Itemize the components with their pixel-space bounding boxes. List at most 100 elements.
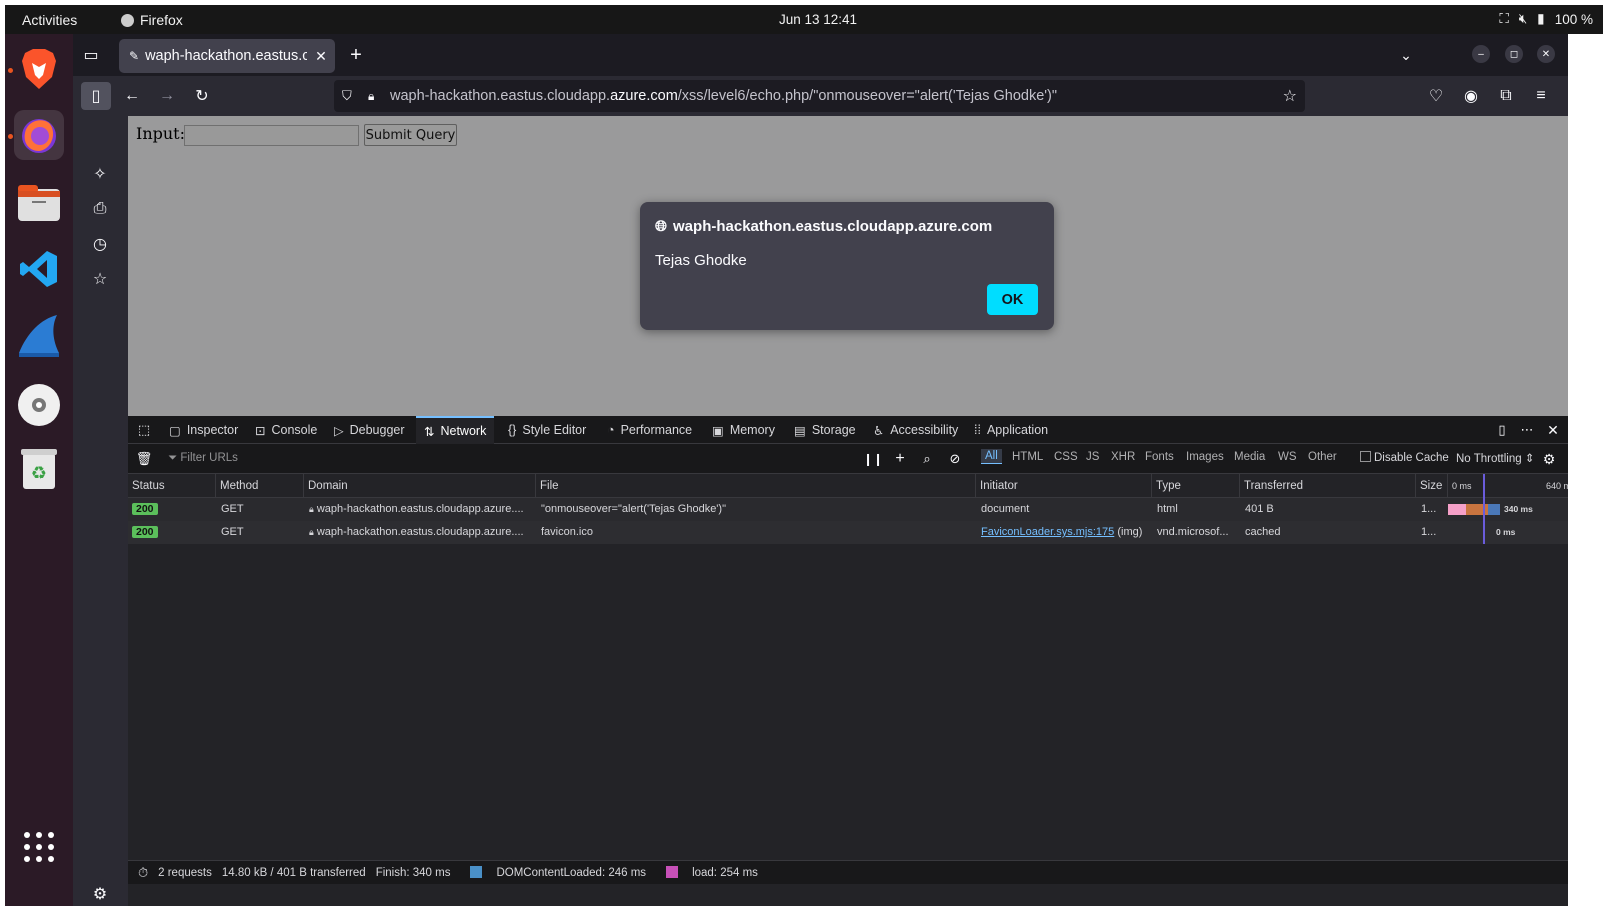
filter-js[interactable]: JS	[1086, 451, 1099, 463]
ai-chatbot-icon[interactable]: ✧	[90, 164, 110, 184]
search-icon[interactable]: ⌕	[918, 450, 936, 468]
filter-images[interactable]: Images	[1186, 451, 1224, 463]
table-row[interactable]: 200 GET 🔒︎ waph-hackathon.eastus.cloudap…	[128, 521, 1568, 544]
initiator-cell: document	[981, 503, 1030, 515]
network-settings-icon[interactable]: ⚙	[1540, 450, 1558, 468]
forward-icon[interactable]: →	[156, 85, 178, 107]
tab-overview-icon[interactable]: ▭	[81, 45, 101, 65]
pick-element-icon[interactable]: ⬚	[135, 421, 153, 439]
waterfall-cell: 0 ms	[1448, 521, 1568, 544]
close-window-icon[interactable]: ✕	[1537, 45, 1555, 63]
pause-icon[interactable]: ❙❙	[863, 450, 883, 468]
app-menu[interactable]: Firefox	[121, 12, 183, 28]
col-status[interactable]: Status	[128, 474, 216, 498]
pocket-icon[interactable]: ♡	[1426, 86, 1446, 106]
bookmarks-icon[interactable]: ☆	[90, 269, 110, 289]
extensions-icon[interactable]: ⧉	[1496, 86, 1516, 106]
col-waterfall[interactable]: 0 ms640 ms	[1448, 474, 1568, 498]
dock-side-icon[interactable]: ▯	[1493, 421, 1511, 439]
col-file[interactable]: File	[536, 474, 976, 498]
tab-style-editor[interactable]: {} Style Editor	[508, 416, 586, 444]
list-all-tabs-icon[interactable]: ⌄	[1396, 45, 1416, 65]
filter-html[interactable]: HTML	[1012, 451, 1043, 463]
filter-media[interactable]: Media	[1234, 451, 1265, 463]
submit-query-button[interactable]: Submit Query	[364, 124, 457, 146]
col-transferred[interactable]: Transferred	[1240, 474, 1416, 498]
filter-ws[interactable]: WS	[1278, 451, 1297, 463]
tab-close-icon[interactable]: ✕	[315, 48, 327, 65]
dock: ♻	[5, 34, 73, 906]
minimize-icon[interactable]: –	[1472, 45, 1490, 63]
trash-launcher[interactable]: ♻	[14, 444, 64, 494]
filter-other[interactable]: Other	[1308, 451, 1337, 463]
tab-console[interactable]: ⊡ Console	[255, 416, 317, 444]
reload-icon[interactable]: ↻	[191, 85, 213, 107]
initiator-link[interactable]: FaviconLoader.sys.mjs:175	[981, 526, 1114, 538]
customize-sidebar-icon[interactable]: ⚙	[90, 884, 110, 904]
activities-button[interactable]: Activities	[22, 12, 77, 28]
devtools-panel: ⬚ ▢ Inspector ⊡ Console ▷ Debugger ⇅ Network…	[128, 416, 1568, 906]
tab-debugger[interactable]: ▷ Debugger	[334, 416, 405, 444]
system-tray[interactable]: ⛶ 🔇︎ ▮ 100 %	[1499, 11, 1593, 27]
back-icon[interactable]: ←	[121, 85, 143, 107]
disc-launcher[interactable]	[14, 380, 64, 430]
tab-inspector[interactable]: ▢ Inspector	[169, 416, 238, 444]
clock[interactable]: Jun 13 12:41	[779, 12, 857, 27]
filter-urls-input[interactable]: ⏷ Filter URLs	[168, 452, 238, 465]
bookmark-star-icon[interactable]: ☆	[1283, 86, 1297, 106]
col-type[interactable]: Type	[1152, 474, 1240, 498]
more-options-icon[interactable]: ⋯	[1518, 421, 1536, 439]
svg-text:♻: ♻	[31, 463, 47, 483]
filter-all[interactable]: All	[981, 449, 1002, 464]
filter-fonts[interactable]: Fonts	[1145, 451, 1174, 463]
table-row[interactable]: 200 GET 🔒︎ waph-hackathon.eastus.cloudap…	[128, 498, 1568, 521]
tab-active[interactable]: ✎ waph-hackathon.eastus.c ✕	[119, 39, 335, 73]
menu-icon[interactable]: ≡	[1531, 86, 1551, 106]
dom-content-loaded-time: DOMContentLoaded: 246 ms	[460, 866, 646, 879]
throttling-select[interactable]: No Throttling ⇕	[1456, 451, 1534, 465]
tab-storage[interactable]: ▤ Storage	[794, 416, 856, 444]
add-request-icon[interactable]: +	[891, 450, 909, 468]
tab-performance[interactable]: ◔ Performance	[607, 416, 692, 444]
show-apps-button[interactable]	[14, 822, 64, 872]
account-icon[interactable]: ◉	[1461, 86, 1481, 106]
col-initiator[interactable]: Initiator	[976, 474, 1152, 498]
tab-network[interactable]: ⇅ Network	[416, 416, 495, 444]
load-swatch	[666, 866, 679, 878]
files-launcher[interactable]	[14, 178, 64, 228]
tracking-protection-icon[interactable]: ⛉	[342, 88, 356, 104]
brave-browser-launcher[interactable]	[14, 44, 64, 94]
tab-accessibility[interactable]: ♿︎ Accessibility	[873, 416, 958, 444]
file-cell: favicon.ico	[541, 526, 593, 538]
tab-application[interactable]: ⁞⁞ Application	[974, 416, 1048, 444]
col-method[interactable]: Method	[216, 474, 304, 498]
history-icon[interactable]: ◷	[90, 234, 110, 254]
lock-icon[interactable]: 🔒︎	[368, 89, 382, 104]
input-label: Input:	[136, 124, 185, 143]
tab-title: waph-hackathon.eastus.c	[145, 48, 308, 64]
transferred-cell: cached	[1245, 526, 1281, 538]
maximize-icon[interactable]: ◻	[1505, 45, 1523, 63]
ok-button[interactable]: OK	[987, 284, 1038, 315]
domain-cell: 🔒︎ waph-hackathon.eastus.cloudapp.azure.…	[309, 503, 524, 515]
new-tab-icon[interactable]: +	[345, 44, 367, 66]
block-icon[interactable]: ⊘	[946, 450, 964, 468]
filter-xhr[interactable]: XHR	[1111, 451, 1135, 463]
clear-requests-icon[interactable]: 🗑︎	[135, 450, 153, 468]
col-size[interactable]: Size	[1416, 474, 1448, 498]
close-devtools-icon[interactable]: ✕	[1544, 421, 1562, 439]
app-grid-icon	[24, 832, 54, 862]
url-text[interactable]: waph-hackathon.eastus.cloudapp.azure.com…	[390, 88, 1057, 104]
sidebar-toggle-icon[interactable]: ▯	[81, 82, 111, 110]
filter-css[interactable]: CSS	[1054, 451, 1078, 463]
vscode-launcher[interactable]	[14, 244, 64, 294]
tab-memory[interactable]: ▣ Memory	[712, 416, 775, 444]
firefox-launcher[interactable]	[14, 110, 64, 160]
url-bar[interactable]: ⛉ 🔒︎ waph-hackathon.eastus.cloudapp.azur…	[334, 80, 1305, 112]
synced-tabs-icon[interactable]: ⎙	[90, 199, 110, 219]
wireshark-launcher[interactable]	[14, 310, 64, 360]
disable-cache-checkbox[interactable]: Disable Cache	[1360, 451, 1449, 464]
input-field[interactable]	[184, 125, 359, 146]
console-icon: ⊡	[255, 423, 266, 438]
col-domain[interactable]: Domain	[304, 474, 536, 498]
